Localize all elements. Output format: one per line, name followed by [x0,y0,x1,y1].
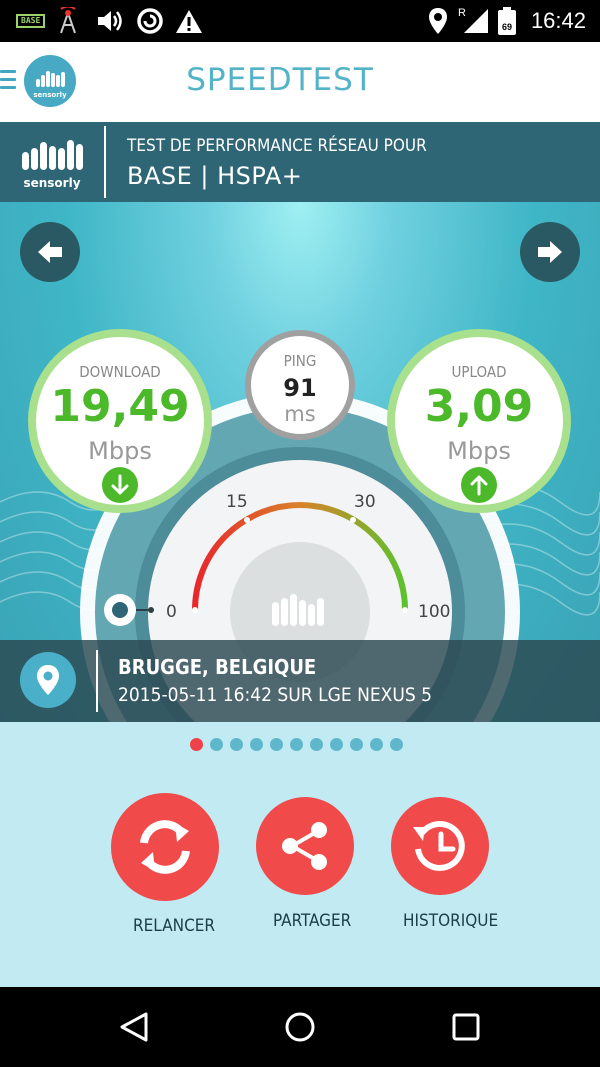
share-icon [282,822,327,870]
battery-icon: 69 [498,0,516,42]
banner-divider [104,126,106,198]
arrow-left-icon [38,241,62,263]
signal-bars-icon [22,140,83,170]
signal-tower-icon [56,0,80,42]
history-label[interactable]: HISTORIQUE [403,911,498,931]
upload-arrow-icon [461,467,497,503]
test-datetime-device: 2015-05-11 16:42 SUR LGE NEXUS 5 [118,684,433,706]
status-bar: BASE R 69 16:42 [0,0,600,42]
page-dot[interactable] [210,738,223,751]
refresh-icon [140,820,190,874]
page-dot[interactable] [330,738,343,751]
gauge-center-logo-icon [272,594,324,626]
upload-unit: Mbps [447,437,511,465]
share-label[interactable]: PARTAGER [273,911,351,931]
download-label: DOWNLOAD [79,363,161,381]
relaunch-button[interactable] [111,793,219,901]
location-city: BRUGGE, BELGIQUE [118,655,317,679]
volume-icon [96,0,124,42]
actions-panel: RELANCER PARTAGER HISTORIQUE [0,722,600,987]
sync-icon [136,0,164,42]
cell-signal-icon [463,0,489,42]
page-dot[interactable] [290,738,303,751]
upload-value: 3,09 [424,381,534,432]
base-badge-icon: BASE [16,0,46,42]
location-pin-icon[interactable] [20,652,76,708]
gauge-tick-100: 100 [418,602,450,622]
previous-result-button[interactable] [20,222,80,282]
banner-subtitle: TEST DE PERFORMANCE RÉSEAU POUR [127,136,427,156]
relaunch-label[interactable]: RELANCER [133,916,215,936]
page-dot[interactable] [350,738,363,751]
share-button[interactable] [256,797,354,895]
page-dot[interactable] [190,738,203,751]
clock: 16:42 [530,8,586,33]
ping-value: 91 [283,374,317,402]
page-dot[interactable] [250,738,263,751]
battery-level: 69 [501,22,512,32]
system-navigation-bar [0,987,600,1067]
network-name: BASE | HSPA+ [127,162,303,190]
history-icon [413,821,465,871]
page-dot[interactable] [230,738,243,751]
download-result: DOWNLOAD 19,49 Mbps [28,329,212,513]
back-icon[interactable] [118,1011,150,1047]
ping-label: PING [283,352,317,370]
ping-result: PING 91 ms [245,330,355,440]
location-bar: BRUGGE, BELGIQUE 2015-05-11 16:42 SUR LG… [0,640,600,722]
gauge-tick-30: 30 [354,492,376,512]
location-icon [428,0,448,42]
sensorly-banner-logo: sensorly [20,136,84,190]
page-indicator [0,738,600,752]
gauge-arc [192,502,408,611]
app-bar: sensorly SPEEDTEST [0,42,600,122]
upload-label: UPLOAD [451,363,507,381]
arrow-right-icon [538,241,562,263]
gauge-tick-15: 15 [226,492,248,512]
ping-unit: ms [284,402,316,426]
app-title: SPEEDTEST [186,62,374,98]
recent-apps-icon[interactable] [452,1013,480,1045]
gauge-tick-0: 0 [166,602,177,622]
download-unit: Mbps [88,437,152,465]
page-dot[interactable] [390,738,403,751]
page-dot[interactable] [310,738,323,751]
download-arrow-icon [102,467,138,503]
download-value: 19,49 [50,381,190,432]
location-divider [96,650,98,712]
network-banner: sensorly TEST DE PERFORMANCE RÉSEAU POUR… [0,122,600,202]
home-icon[interactable] [284,1011,316,1047]
next-result-button[interactable] [520,222,580,282]
upload-result: UPLOAD 3,09 Mbps [387,329,571,513]
page-dot[interactable] [370,738,383,751]
history-button[interactable] [391,797,489,895]
warning-icon [175,0,203,42]
banner-logo-text: sensorly [23,176,81,190]
page-dot[interactable] [270,738,283,751]
